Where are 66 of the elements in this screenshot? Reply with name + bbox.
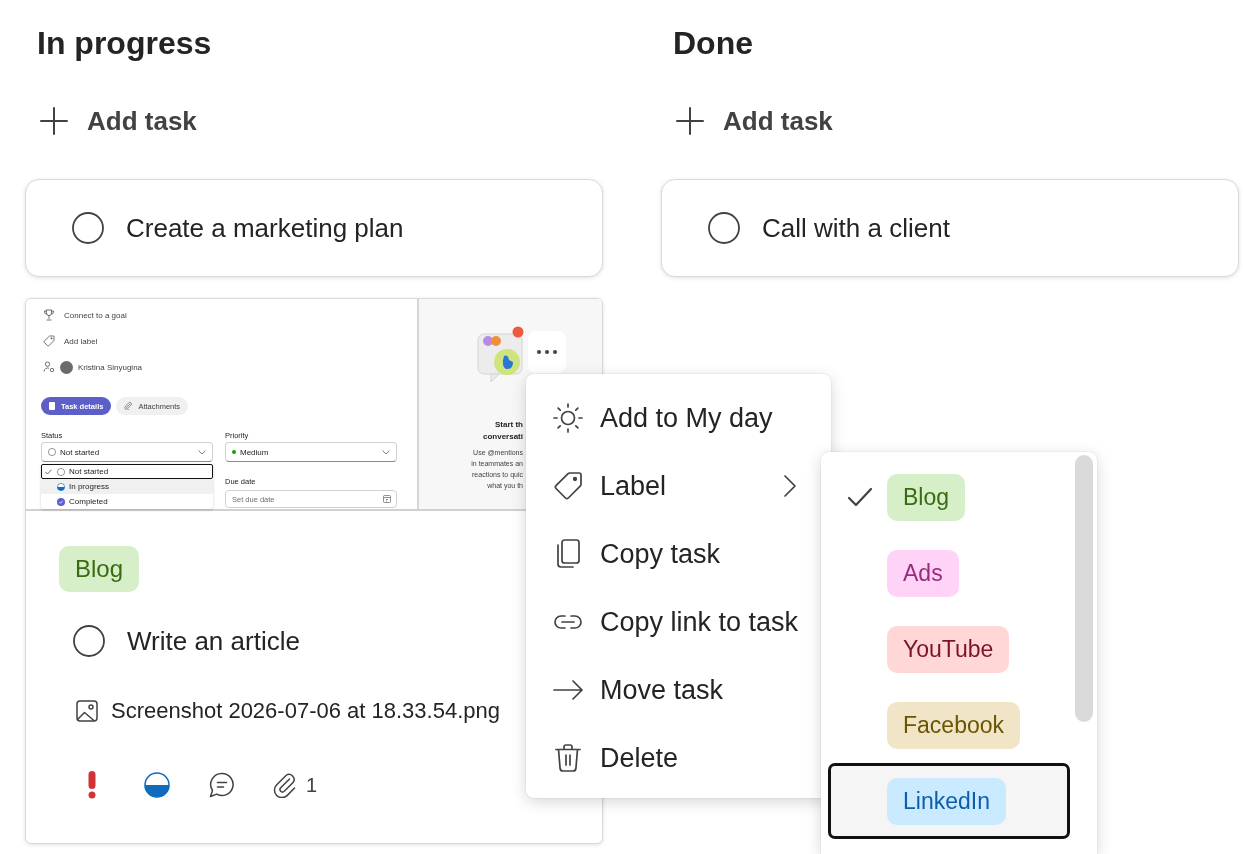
menu-item[interactable]: Move task	[526, 656, 816, 724]
scrollbar-thumb[interactable]	[1075, 455, 1093, 722]
label-option[interactable]: Facebook	[828, 687, 1070, 763]
trash-icon	[552, 742, 584, 774]
menu-item[interactable]: Copy task	[526, 520, 816, 588]
chevron-down-icon	[382, 449, 390, 455]
label-tag: Blog	[59, 546, 140, 592]
tag-icon	[43, 335, 55, 347]
label-tag: Ads	[887, 549, 959, 597]
more-icon	[537, 350, 557, 354]
dropdown-option[interactable]: In progress	[41, 479, 213, 494]
menu-item[interactable]: Label	[526, 452, 816, 520]
label-tag: Facebook	[887, 701, 1020, 749]
dropdown-option[interactable]: Not started	[41, 464, 213, 479]
avatar-placeholder	[60, 360, 73, 374]
circle-checkbox[interactable]	[708, 212, 740, 244]
half-filled-circle-icon	[57, 482, 65, 491]
paperclip-icon	[271, 772, 297, 798]
conversation-title: Start th conversati	[482, 419, 523, 443]
task-title: Call with a client	[762, 212, 950, 244]
label-option[interactable]: LinkedIn	[828, 763, 1070, 839]
paperclip-icon	[124, 402, 133, 410]
label-tag: LinkedIn	[887, 777, 1006, 825]
comment-icon	[208, 772, 235, 798]
chevron-down-icon	[198, 449, 206, 455]
status-dropdown[interactable]: Not started	[41, 442, 213, 462]
menu-item[interactable]: Copy link to task	[526, 588, 816, 656]
empty-circle-icon	[57, 467, 65, 476]
detail-text: Connect to a goal	[64, 310, 127, 320]
plus-icon	[40, 107, 68, 135]
attachment-count: 1	[306, 773, 318, 797]
plus-icon	[676, 107, 704, 135]
circle-checkbox[interactable]	[73, 625, 105, 657]
label-option[interactable]: Blog	[828, 459, 1070, 535]
assignee-name: Kristina Sinyugina	[78, 362, 143, 372]
column-title: In progress	[36, 24, 213, 62]
trophy-icon	[43, 309, 55, 321]
check-circle-icon	[57, 497, 65, 506]
person-settings-icon	[43, 361, 55, 373]
task-title: Write an article	[127, 625, 300, 657]
circle-checkbox[interactable]	[72, 212, 104, 244]
calendar-icon	[383, 495, 391, 503]
label-option[interactable]: Ads	[828, 535, 1070, 611]
label-option[interactable]: YouTube	[828, 611, 1070, 687]
empty-circle-icon	[48, 448, 56, 456]
priority-dropdown[interactable]: Medium	[225, 442, 397, 462]
label-tag: Blog	[887, 473, 966, 521]
add-task-button[interactable]: Add task	[25, 97, 205, 145]
exclamation-icon	[85, 771, 98, 799]
half-filled-circle-icon	[143, 772, 170, 798]
task-card[interactable]: Create a marketing plan	[25, 179, 603, 277]
task-card[interactable]: Call with a client	[661, 179, 1239, 277]
column-title: Done	[672, 24, 754, 62]
dropdown-option[interactable]: Completed	[41, 494, 213, 509]
more-options-button[interactable]	[528, 331, 566, 373]
add-task-button[interactable]: Add task	[661, 97, 841, 145]
task-title: Create a marketing plan	[126, 212, 404, 244]
tag-icon	[552, 470, 584, 502]
attachment-name[interactable]: Screenshot 2026-07-06 at 18.33.54.png	[111, 698, 500, 724]
menu-item[interactable]: Add to My day	[526, 384, 816, 452]
document-icon	[49, 402, 55, 410]
detail-text: Add label	[64, 336, 98, 346]
sun-icon	[552, 402, 584, 434]
label-tag: YouTube	[887, 625, 1010, 673]
image-icon	[76, 700, 98, 722]
menu-item[interactable]: Delete	[526, 724, 816, 792]
